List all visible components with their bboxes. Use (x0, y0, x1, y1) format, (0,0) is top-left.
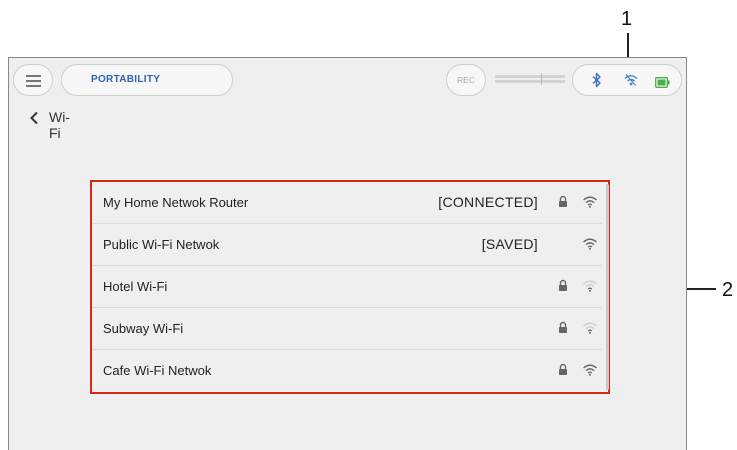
wifi-network-row[interactable]: Cafe Wi-Fi Netwok (92, 350, 602, 392)
network-name: Public Wi-Fi Netwok (103, 237, 220, 252)
wifi-network-row[interactable]: My Home Netwok Router [CONNECTED] (92, 182, 602, 224)
status-indicators (572, 64, 682, 96)
callout-number-1: 1 (621, 8, 633, 30)
wifi-connecting-icon[interactable] (622, 72, 640, 93)
wifi-signal-weak-icon (582, 321, 598, 339)
network-status: [SAVED] (481, 236, 538, 252)
network-status: [CONNECTED] (438, 194, 538, 210)
wifi-signal-strong-icon (582, 363, 598, 381)
lock-icon (558, 195, 568, 213)
wifi-signal-strong-icon (582, 237, 598, 255)
rec-button[interactable]: REC (446, 64, 486, 96)
network-name: Cafe Wi-Fi Netwok (103, 363, 212, 378)
lock-icon (558, 321, 568, 339)
wifi-network-list: My Home Netwok Router [CONNECTED] Public W… (90, 180, 610, 394)
page-title: Wi-Fi (49, 109, 70, 141)
chevron-left-icon[interactable] (29, 111, 39, 130)
network-name: Subway Wi-Fi (103, 321, 184, 336)
wifi-network-row[interactable]: Subway Wi-Fi (92, 308, 602, 350)
bluetooth-icon (592, 72, 602, 93)
lock-icon (558, 279, 568, 297)
menu-button[interactable] (13, 64, 53, 96)
wifi-signal-weak-icon (582, 279, 598, 297)
lock-icon (558, 363, 568, 381)
network-name: My Home Netwok Router (103, 195, 249, 210)
level-meter (495, 73, 565, 85)
callout-number-2: 2 (722, 279, 734, 301)
battery-icon (655, 75, 670, 93)
wifi-signal-strong-icon (582, 195, 598, 213)
network-name: Hotel Wi-Fi (103, 279, 168, 294)
wifi-network-row[interactable]: Hotel Wi-Fi (92, 266, 602, 308)
wifi-network-row[interactable]: Public Wi-Fi Netwok [SAVED] (92, 224, 602, 266)
portability-tab[interactable]: PORTABILITY (61, 64, 233, 96)
scrollbar[interactable] (606, 184, 609, 390)
